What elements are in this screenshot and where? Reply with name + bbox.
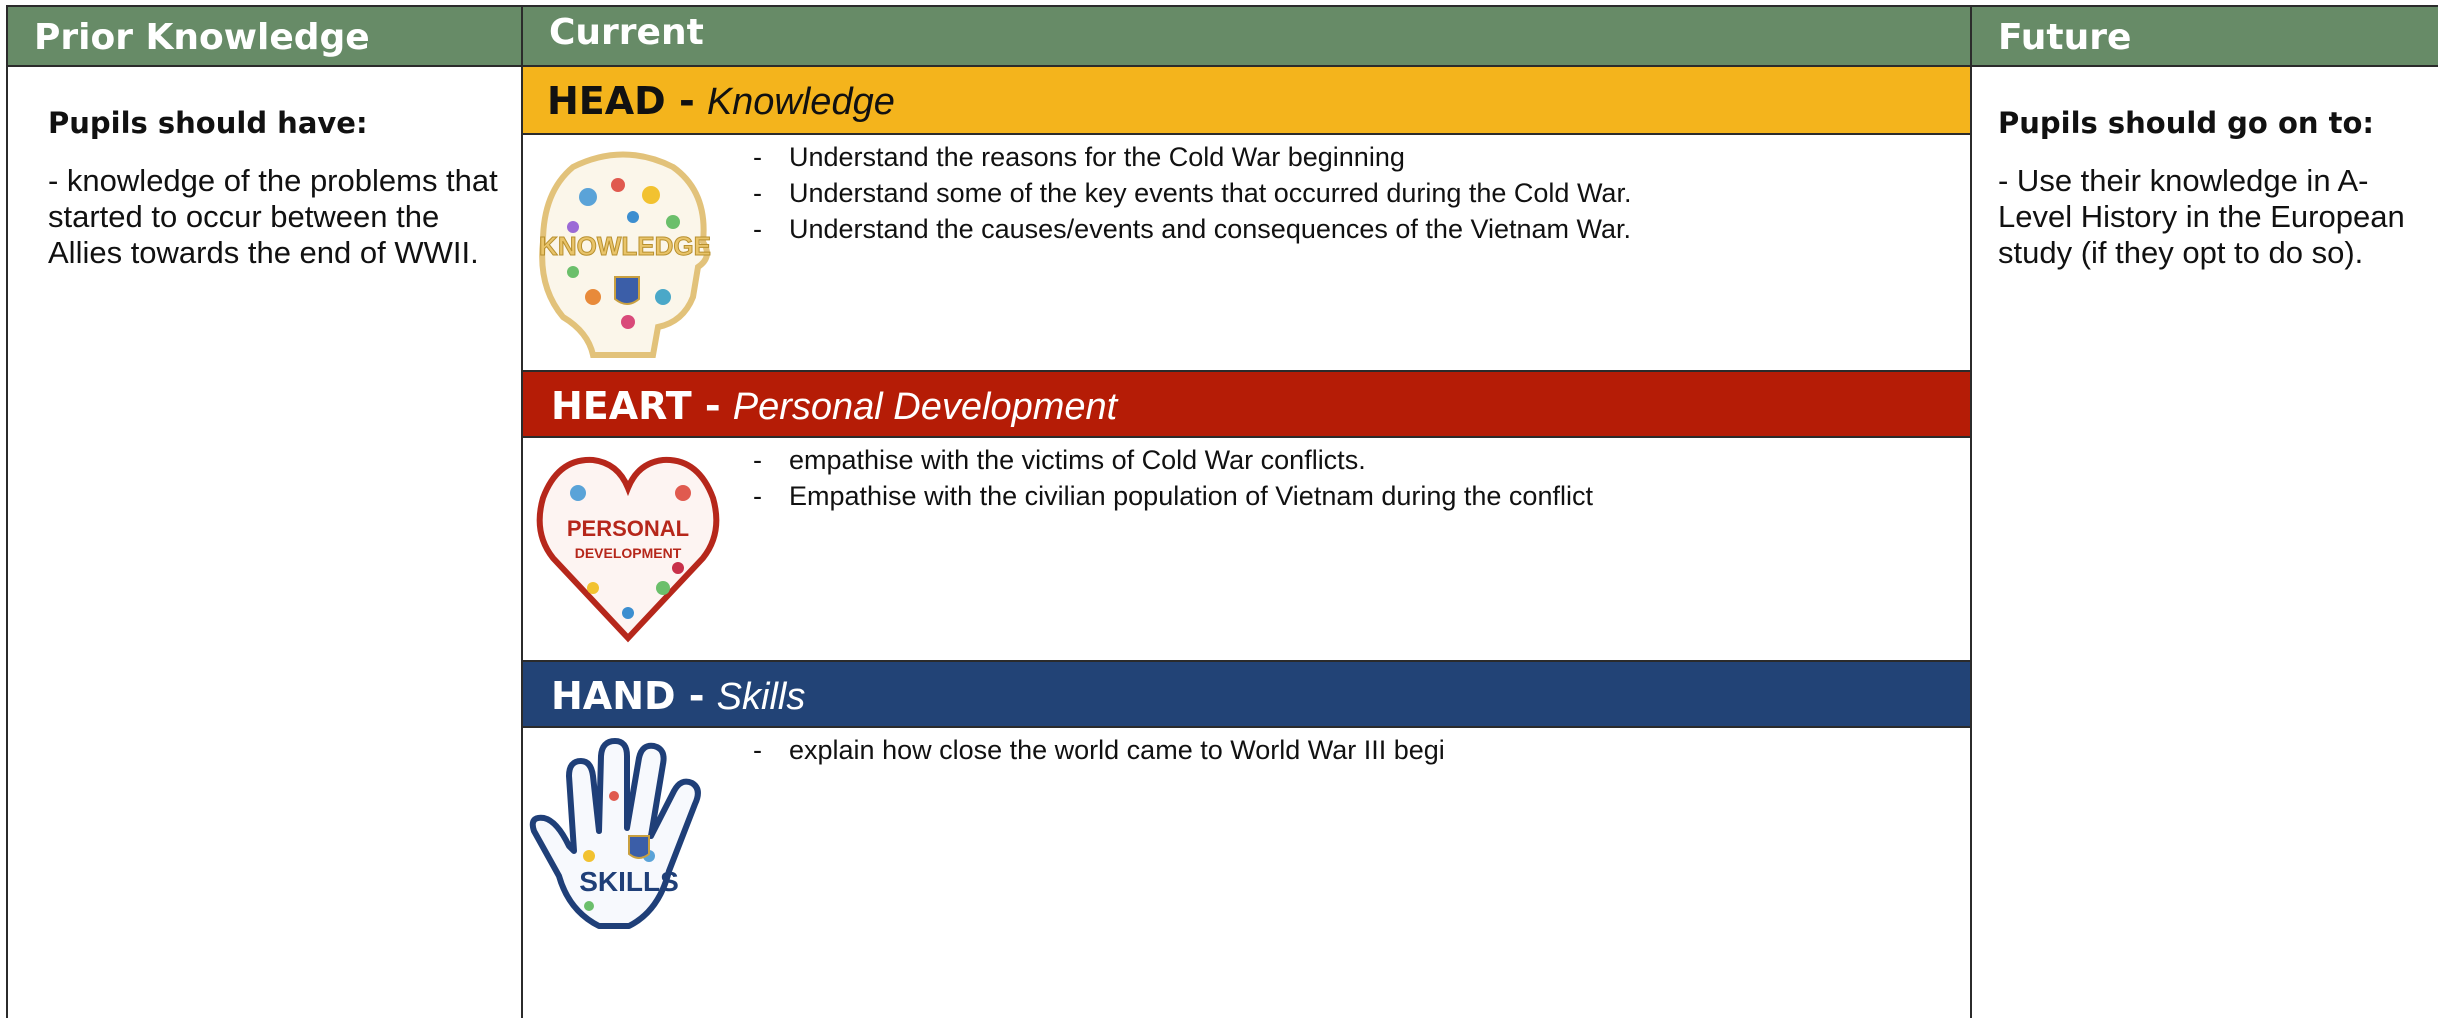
list-item: Understand the causes/events and consequ… (753, 211, 1631, 247)
future-column: Future Pupils should go on to: - Use the… (1972, 5, 2438, 1018)
list-item: Understand some of the key events that o… (753, 175, 1631, 211)
prior-knowledge-column: Prior Knowledge Pupils should have: - kn… (6, 5, 521, 1018)
hand-band: HAND - Skills (523, 660, 1970, 728)
head-band: HEAD - Knowledge (523, 67, 1970, 135)
hand-section: SKILLS explain how close the world came … (523, 728, 1970, 1028)
prior-text: - knowledge of the problems that started… (48, 163, 498, 270)
heart-band: HEART - Personal Development (523, 370, 1970, 438)
future-header: Future (1972, 5, 2438, 67)
future-heading: Pupils should go on to: (1998, 106, 2374, 140)
list-item: explain how close the world came to Worl… (753, 732, 1445, 768)
hand-title: HAND - (551, 674, 705, 718)
head-subtitle: Knowledge (706, 81, 895, 123)
heart-section: PERSONAL DEVELOPMENT empathise with the … (523, 438, 1970, 660)
knowledge-icon-label: KNOWLEDGE (539, 231, 711, 261)
list-item: empathise with the victims of Cold War c… (753, 442, 1593, 478)
development-icon-label: DEVELOPMENT (575, 545, 682, 561)
heart-bullet-list: empathise with the victims of Cold War c… (753, 442, 1593, 514)
heart-title: HEART - (551, 384, 721, 428)
head-bullet-list: Understand the reasons for the Cold War … (753, 139, 1631, 247)
list-item: Understand the reasons for the Cold War … (753, 139, 1631, 175)
personal-development-heart-icon: PERSONAL DEVELOPMENT (536, 456, 720, 643)
hand-bullet-list: explain how close the world came to Worl… (753, 732, 1445, 768)
prior-heading: Pupils should have: (48, 106, 368, 140)
list-item: Empathise with the civilian population o… (753, 478, 1593, 514)
curriculum-table: Prior Knowledge Pupils should have: - kn… (6, 5, 2438, 1018)
current-header: Current (523, 5, 1970, 67)
heart-subtitle: Personal Development (732, 386, 1118, 428)
future-text: - Use their knowledge in A-Level History… (1998, 163, 2405, 270)
knowledge-head-icon: KNOWLEDGE (539, 151, 711, 358)
hand-subtitle: Skills (716, 676, 806, 718)
skills-icon-label: SKILLS (579, 866, 679, 897)
head-title: HEAD - (547, 79, 695, 123)
personal-icon-label: PERSONAL (567, 516, 689, 541)
prior-knowledge-header: Prior Knowledge (8, 5, 521, 67)
head-section: KNOWLEDGE Understand the reasons for the… (523, 135, 1970, 370)
skills-hand-icon: SKILLS (529, 738, 701, 929)
current-column: Current HEAD - Knowledge KNOWLEDGE Under… (521, 5, 1972, 1018)
